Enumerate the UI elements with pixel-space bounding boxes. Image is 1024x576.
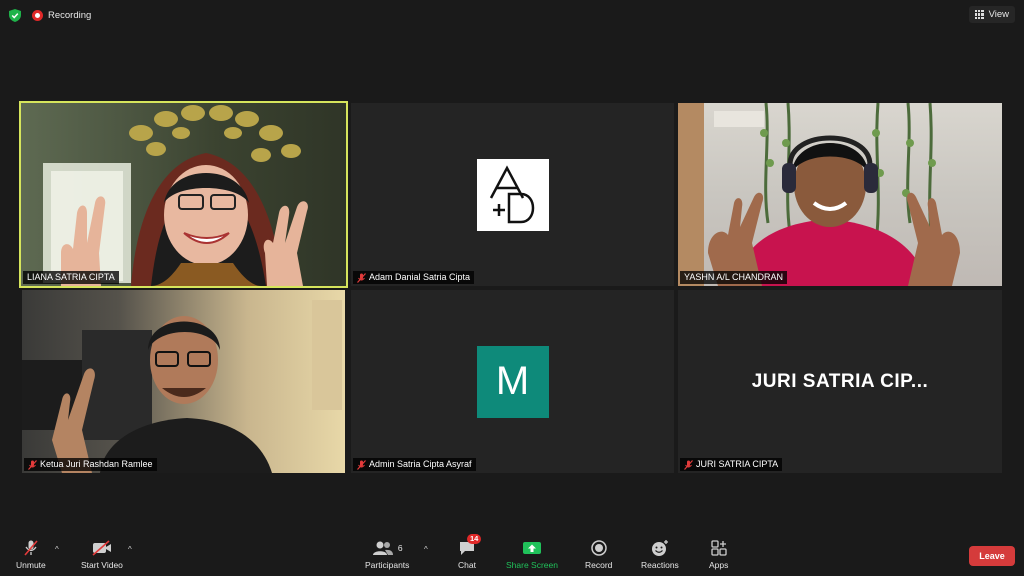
chat-unread-badge: 14 [467, 534, 482, 544]
view-button[interactable]: View [968, 6, 1015, 23]
view-label: View [988, 9, 1009, 20]
participant-name-label: LIANA SATRIA CIPTA [23, 271, 119, 284]
video-tile-liana[interactable]: LIANA SATRIA CIPTA [19, 101, 348, 288]
audio-options-chevron-icon[interactable]: ^ [55, 545, 59, 554]
participants-label: Participants [365, 560, 410, 570]
video-options-chevron-icon[interactable]: ^ [128, 545, 132, 554]
avatar-letter: M [476, 345, 549, 418]
participants-options-chevron-icon[interactable]: ^ [424, 545, 428, 554]
unmute-label: Unmute [16, 560, 46, 570]
video-camera-off-icon [92, 540, 111, 556]
apps-button[interactable]: Apps [709, 539, 728, 570]
participant-video [22, 300, 342, 473]
microphone-muted-icon [684, 459, 693, 470]
participant-video [43, 105, 308, 286]
security-shield-icon[interactable] [9, 9, 21, 22]
participants-button[interactable]: 6 Participants [365, 539, 409, 570]
video-tile-juri[interactable]: JURI SATRIA CIP... JURI SATRIA CIPTA [678, 290, 1002, 473]
top-bar: Recording View [0, 0, 1024, 30]
unmute-button[interactable]: Unmute [16, 539, 46, 570]
leave-button[interactable]: Leave [969, 546, 1015, 566]
share-screen-button[interactable]: Share Screen [506, 539, 558, 570]
microphone-muted-icon [28, 459, 37, 470]
recording-icon [32, 9, 43, 21]
apps-label: Apps [709, 560, 729, 570]
record-icon [590, 540, 607, 556]
participant-name-label: Adam Danial Satria Cipta [353, 271, 475, 284]
profile-picture-logo [476, 158, 549, 231]
grid-view-icon [974, 10, 984, 19]
participant-display-name: JURI SATRIA CIP... [751, 370, 929, 392]
apps-icon [711, 540, 727, 556]
participant-name-label: Admin Satria Cipta Asyraf [353, 458, 476, 471]
share-screen-icon [522, 542, 541, 554]
record-label: Record [585, 560, 613, 570]
video-tile-admin[interactable]: M Admin Satria Cipta Asyraf [351, 290, 674, 473]
start-video-label: Start Video [81, 560, 123, 570]
participant-name-label: JURI SATRIA CIPTA [680, 458, 783, 471]
microphone-muted-icon [357, 272, 366, 283]
ad-logo-icon [489, 164, 534, 223]
start-video-button[interactable]: Start Video [81, 539, 123, 570]
microphone-muted-icon [24, 540, 38, 556]
reactions-button[interactable]: Reactions [641, 539, 679, 570]
chat-label: Chat [458, 560, 476, 570]
participants-count: 6 [397, 543, 403, 553]
reactions-label: Reactions [641, 560, 679, 570]
participant-name-label: Ketua Juri Rashdan Ramlee [24, 458, 157, 471]
reactions-emoji-icon [651, 540, 668, 556]
recording-label: Recording [48, 9, 92, 21]
chat-button[interactable]: 14 Chat [458, 534, 482, 570]
participant-name-label: YASHN A/L CHANDRAN [680, 271, 788, 284]
video-tile-adam-danial[interactable]: Adam Danial Satria Cipta [351, 103, 674, 286]
recording-indicator[interactable]: Recording [32, 8, 91, 22]
participants-icon [372, 541, 393, 555]
video-tile-ketua-juri[interactable]: Ketua Juri Rashdan Ramlee [22, 290, 345, 473]
video-tile-yashn[interactable]: YASHN A/L CHANDRAN [678, 103, 1002, 286]
participant-video [678, 103, 960, 286]
record-button[interactable]: Record [585, 539, 612, 570]
microphone-muted-icon [357, 459, 366, 470]
share-screen-label: Share Screen [506, 560, 558, 570]
